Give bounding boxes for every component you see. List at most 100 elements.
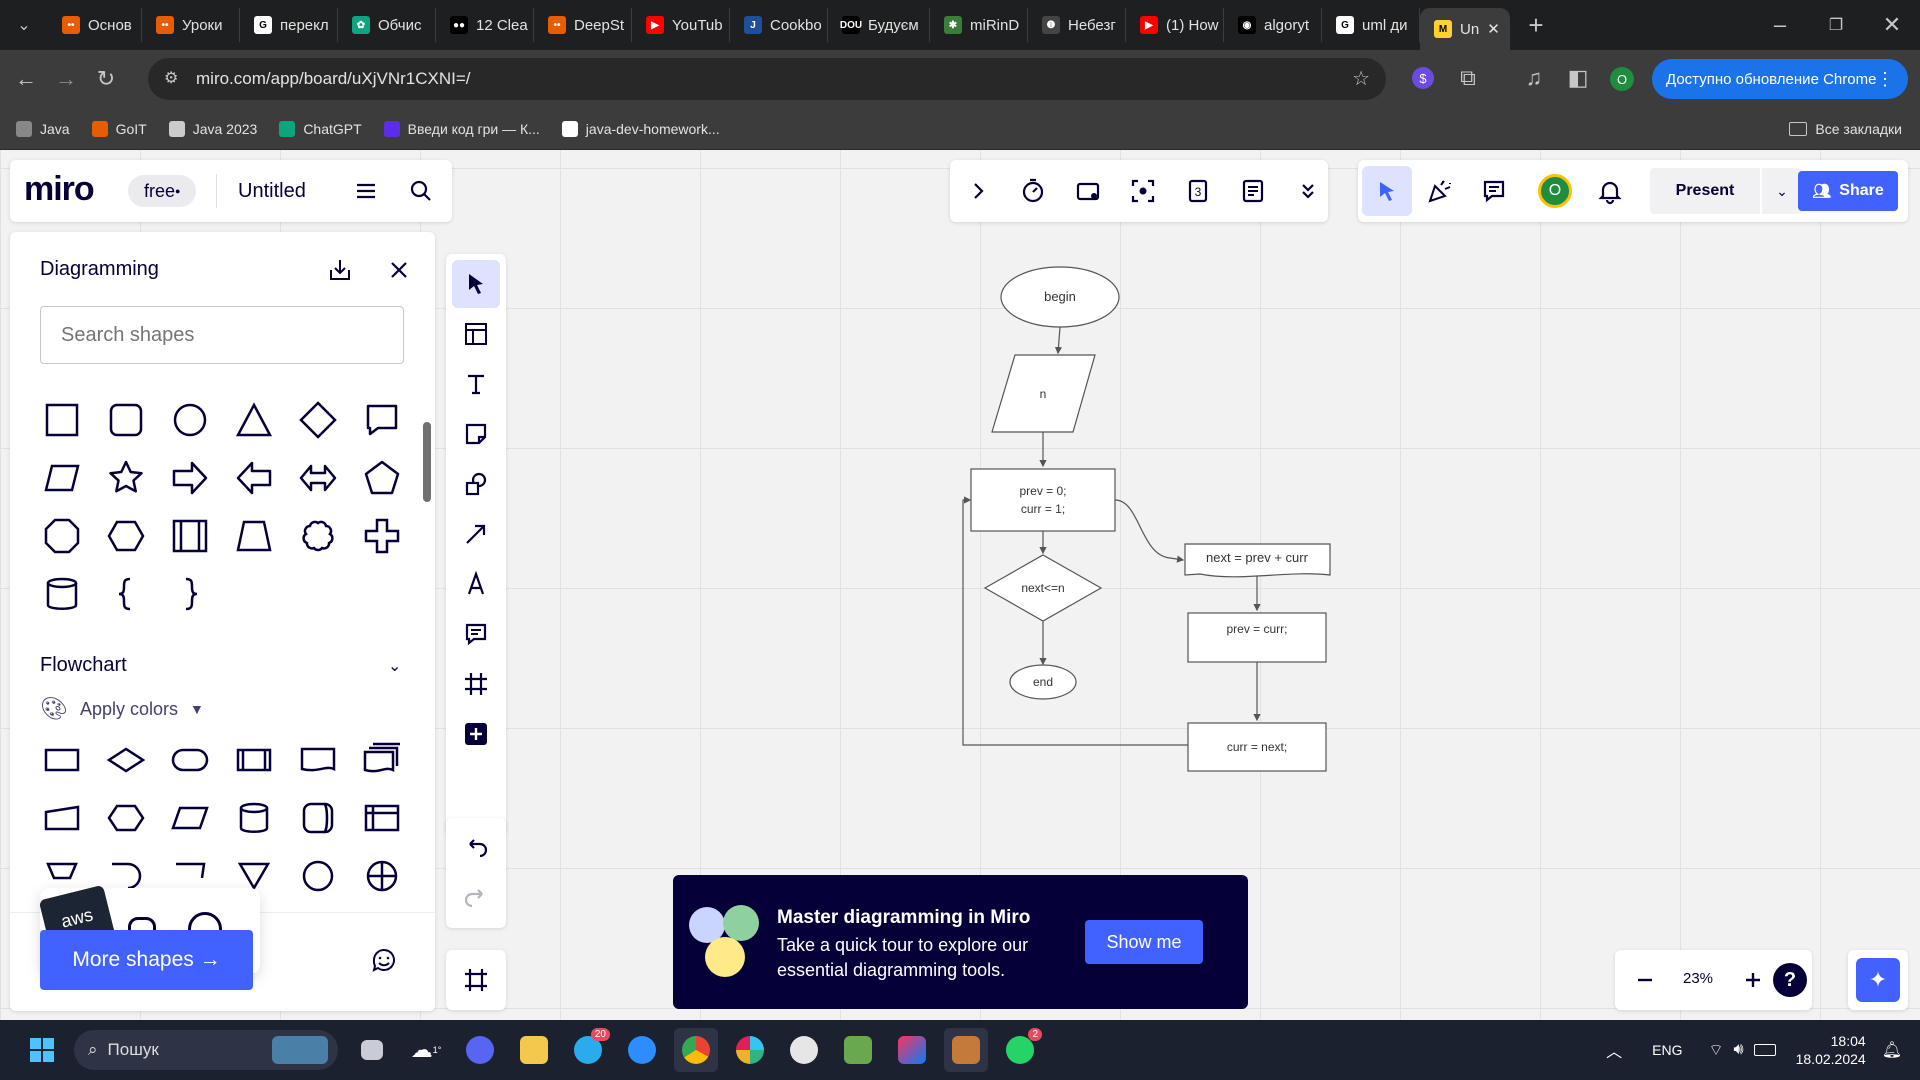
prev-process[interactable] bbox=[1187, 612, 1327, 663]
document-shape-icon[interactable] bbox=[298, 740, 338, 780]
ai-sparkle-icon[interactable]: ✦ bbox=[1856, 958, 1900, 1002]
expand-chevrons-icon[interactable] bbox=[1288, 171, 1328, 211]
bookmark-item[interactable]: GoIT bbox=[91, 120, 147, 137]
browser-tab[interactable]: DOU Будуєм bbox=[828, 8, 930, 42]
templates-tool[interactable] bbox=[452, 310, 500, 358]
plan-badge[interactable]: free ● bbox=[128, 175, 197, 207]
arrow-left-shape-icon[interactable] bbox=[234, 458, 274, 498]
connector-circle-shape-icon[interactable] bbox=[298, 856, 338, 896]
sticky-note-tool[interactable] bbox=[452, 410, 500, 458]
window-minimize-icon[interactable]: – bbox=[1752, 5, 1808, 45]
zoom-level[interactable]: 23% bbox=[1683, 970, 1713, 987]
chat-icon[interactable] bbox=[1474, 171, 1514, 211]
cloud-shape-icon[interactable] bbox=[298, 516, 338, 556]
extensions-puzzle-icon[interactable]: ⧉ bbox=[1448, 58, 1488, 98]
collapse-chevron-icon[interactable] bbox=[958, 171, 998, 211]
browser-tab[interactable]: •• Уроки bbox=[142, 8, 240, 42]
comment-tool[interactable] bbox=[452, 610, 500, 658]
browser-tab[interactable]: ✱ miRinD bbox=[930, 8, 1028, 42]
more-apps-tool[interactable] bbox=[452, 710, 500, 758]
game-app-icon[interactable] bbox=[944, 1028, 988, 1072]
reactions-confetti-icon[interactable] bbox=[1420, 171, 1460, 211]
chrome-update-button[interactable]: Доступно обновление Chrome ⋮ bbox=[1652, 59, 1908, 99]
process-shape-icon[interactable] bbox=[42, 740, 82, 780]
vote-counter-icon[interactable]: 3 bbox=[1178, 171, 1218, 211]
tab-close-icon[interactable]: ✕ bbox=[1487, 20, 1500, 38]
frames-list-button[interactable] bbox=[452, 956, 500, 1004]
zoom-in-icon[interactable] bbox=[1733, 960, 1773, 1000]
zoom-out-icon[interactable] bbox=[1625, 960, 1665, 1000]
predefined-process-shape-icon[interactable] bbox=[170, 516, 210, 556]
close-icon[interactable] bbox=[379, 250, 419, 290]
decision-shape-icon[interactable] bbox=[106, 740, 146, 780]
browser-tab[interactable]: ❶ Небезг bbox=[1028, 8, 1126, 42]
browser-tab[interactable]: J Cookbo bbox=[730, 8, 828, 42]
more-shapes-button[interactable]: More shapes → bbox=[40, 930, 253, 990]
tray-chevron-up-icon[interactable]: ︿ bbox=[1606, 1038, 1622, 1062]
cylinder-shape-icon[interactable] bbox=[42, 574, 82, 614]
media-controls-icon[interactable]: ♫ bbox=[1514, 58, 1554, 98]
forward-arrow-icon[interactable]: → bbox=[46, 59, 86, 99]
davinci-icon[interactable] bbox=[782, 1028, 826, 1072]
discord-icon[interactable] bbox=[458, 1028, 502, 1072]
select-tool[interactable] bbox=[452, 260, 500, 308]
star-shape-icon[interactable] bbox=[106, 458, 146, 498]
left-brace-shape-icon[interactable] bbox=[106, 574, 146, 614]
browser-tab[interactable]: ✿ Обчис bbox=[338, 8, 436, 42]
multi-document-shape-icon[interactable] bbox=[362, 740, 402, 780]
search-icon[interactable] bbox=[401, 171, 441, 211]
browser-tab[interactable]: ◉ algoryt bbox=[1224, 8, 1322, 42]
show-me-button[interactable]: Show me bbox=[1085, 920, 1203, 964]
side-panel-icon[interactable]: ◧ bbox=[1558, 58, 1598, 98]
download-icon[interactable] bbox=[320, 250, 360, 290]
video-chat-icon[interactable] bbox=[1068, 171, 1108, 211]
redo-button[interactable] bbox=[452, 874, 500, 922]
manual-input-shape-icon[interactable] bbox=[42, 798, 82, 838]
follow-cursor-icon[interactable] bbox=[1362, 166, 1412, 216]
clock[interactable]: 18:04 18.02.2024 bbox=[1796, 1032, 1866, 1068]
bookmark-item[interactable]: Java 2023 bbox=[168, 120, 257, 137]
reload-icon[interactable]: ↻ bbox=[86, 59, 126, 99]
rectangle-shape-icon[interactable] bbox=[42, 400, 82, 440]
arrow-right-shape-icon[interactable] bbox=[170, 458, 210, 498]
focus-icon[interactable] bbox=[1123, 171, 1163, 211]
terminator-shape-icon[interactable] bbox=[170, 740, 210, 780]
summing-junction-shape-icon[interactable] bbox=[362, 856, 402, 896]
cross-shape-icon[interactable] bbox=[362, 516, 402, 556]
undo-button[interactable] bbox=[452, 824, 500, 872]
share-button[interactable]: 👥︎ Share bbox=[1798, 171, 1898, 211]
notes-icon[interactable] bbox=[1233, 171, 1273, 211]
miro-logo[interactable]: miro bbox=[24, 170, 95, 209]
notification-bell-icon[interactable]: 🔔︎ bbox=[1882, 1040, 1902, 1060]
init-process[interactable] bbox=[970, 468, 1116, 532]
trapezoid-shape-icon[interactable] bbox=[234, 516, 274, 556]
triangle-shape-icon[interactable] bbox=[234, 400, 274, 440]
shapes-tool[interactable] bbox=[452, 460, 500, 508]
frame-tool[interactable] bbox=[452, 660, 500, 708]
search-shapes-input[interactable] bbox=[40, 306, 404, 364]
board-title[interactable]: Untitled bbox=[238, 180, 306, 203]
battery-icon[interactable] bbox=[1753, 1044, 1776, 1056]
pentagon-shape-icon[interactable] bbox=[362, 458, 402, 498]
internal-storage-shape-icon[interactable] bbox=[362, 798, 402, 838]
bookmark-star-icon[interactable]: ☆ bbox=[1352, 66, 1370, 91]
bookmark-item[interactable]: java-dev-homework... bbox=[561, 120, 720, 137]
wifi-icon[interactable]: ⌔ bbox=[1708, 1040, 1723, 1060]
user-avatar[interactable]: O bbox=[1538, 174, 1572, 208]
minecraft-icon[interactable] bbox=[836, 1028, 880, 1072]
zoom-app-icon[interactable] bbox=[620, 1028, 664, 1072]
preparation-shape-icon[interactable] bbox=[106, 798, 146, 838]
browser-tab[interactable]: Guml ди bbox=[1322, 8, 1420, 42]
volume-icon[interactable]: 🔊︎ bbox=[1734, 1041, 1744, 1059]
browser-tab[interactable]: •• DeepSt bbox=[534, 8, 632, 42]
octagon-shape-icon[interactable] bbox=[42, 516, 82, 556]
browser-tab[interactable]: •• Основ bbox=[48, 8, 142, 42]
bookmark-item[interactable]: Введи код гри — К... bbox=[383, 120, 540, 137]
extension-icon[interactable]: $ bbox=[1412, 67, 1434, 89]
feedback-smiley-icon[interactable] bbox=[364, 940, 404, 980]
file-explorer-icon[interactable] bbox=[512, 1028, 556, 1072]
browser-tab[interactable]: M Un ✕ bbox=[1420, 8, 1510, 50]
help-button[interactable]: ? bbox=[1773, 963, 1807, 997]
rounded-rectangle-shape-icon[interactable] bbox=[106, 400, 146, 440]
subroutine-shape-icon[interactable] bbox=[234, 740, 274, 780]
